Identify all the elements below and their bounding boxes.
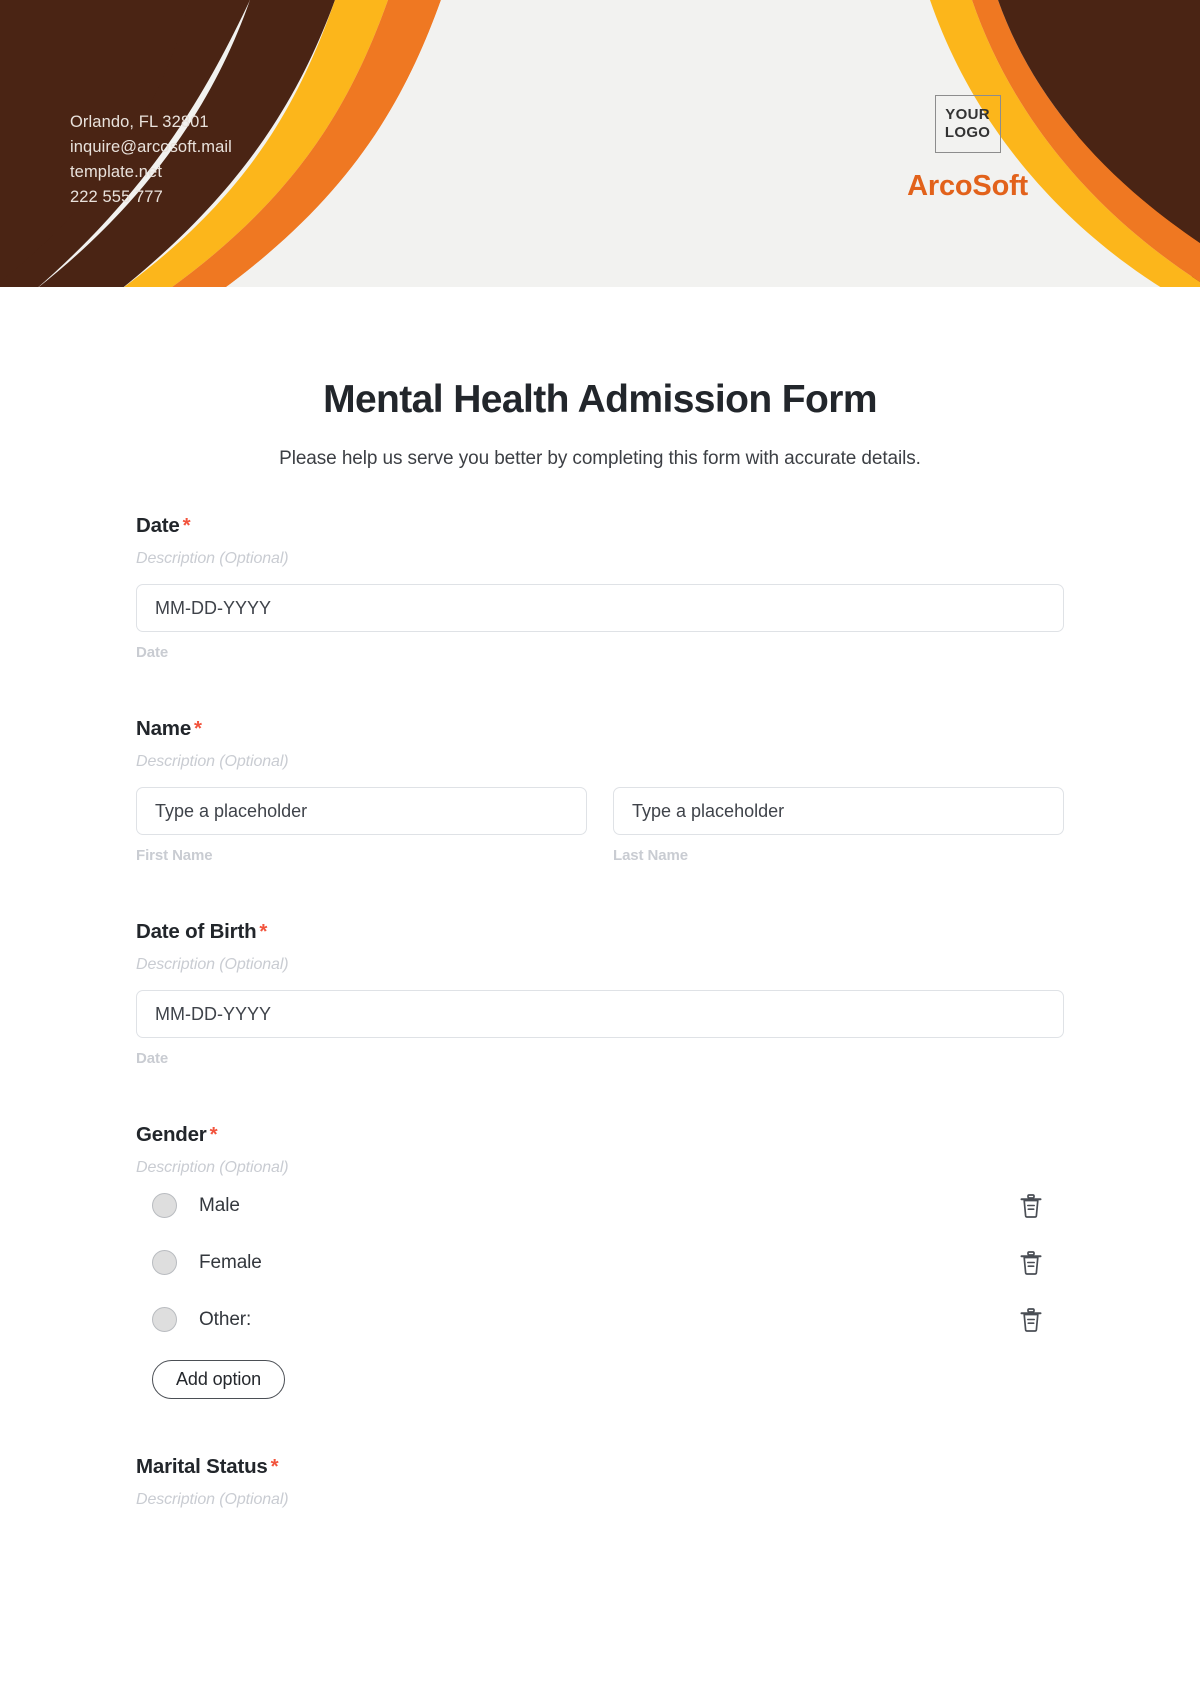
form-fields: Date * Description (Optional) MM-DD-YYYY … — [136, 470, 1064, 1509]
contact-line-address: Orlando, FL 32801 — [70, 113, 209, 131]
trash-icon[interactable] — [1020, 1250, 1042, 1275]
brand-name: ArcoSoft — [907, 170, 1028, 202]
logo-line-2: LOGO — [944, 124, 991, 141]
last-name-value: Type a placeholder — [632, 800, 785, 821]
last-name-group: Type a placeholder Last Name — [613, 771, 1064, 864]
required-asterisk: * — [270, 1455, 279, 1478]
trash-icon[interactable] — [1020, 1193, 1042, 1218]
date-of-birth-sub-label: Date — [136, 1050, 169, 1067]
field-label-date: Date * — [136, 514, 1064, 538]
first-name-sub-label: First Name — [136, 847, 213, 864]
name-input-row: Type a placeholder First Name Type a pla… — [136, 771, 1064, 864]
add-option-button[interactable]: Add option — [152, 1360, 286, 1399]
contact-line-website: template.net — [70, 163, 163, 181]
field-description-gender[interactable]: Description (Optional) — [136, 1159, 1064, 1177]
required-asterisk: * — [209, 1123, 218, 1146]
contact-line-email: inquire@arcosoft.mail — [70, 138, 232, 156]
date-of-birth-input[interactable]: MM-DD-YYYY — [136, 990, 1064, 1038]
field-label-text: Date — [136, 514, 180, 537]
field-description-date-of-birth[interactable]: Description (Optional) — [136, 956, 1064, 974]
header-banner: Orlando, FL 32801 inquire@arcosoft.mail … — [0, 0, 1200, 290]
required-asterisk: * — [259, 920, 268, 943]
option-label-male: Male — [199, 1194, 240, 1216]
field-date: Date * Description (Optional) MM-DD-YYYY … — [136, 514, 1064, 661]
option-row-other[interactable]: Other: — [136, 1291, 1064, 1348]
field-label-text: Name — [136, 717, 192, 740]
last-name-sub-label: Last Name — [613, 847, 688, 864]
contact-line-phone: 222 555 777 — [70, 188, 163, 206]
field-label-name: Name * — [136, 717, 1064, 741]
contact-info: Orlando, FL 32801 inquire@arcosoft.mail … — [70, 110, 232, 210]
required-asterisk: * — [182, 514, 191, 537]
last-name-input[interactable]: Type a placeholder — [613, 787, 1064, 835]
date-input[interactable]: MM-DD-YYYY — [136, 584, 1064, 632]
option-label-other: Other: — [199, 1308, 252, 1330]
option-row-male[interactable]: Male — [136, 1177, 1064, 1234]
first-name-value: Type a placeholder — [155, 800, 308, 821]
trash-icon[interactable] — [1020, 1307, 1042, 1332]
field-label-gender: Gender * — [136, 1123, 1064, 1147]
field-label-text: Gender — [136, 1123, 207, 1146]
first-name-input[interactable]: Type a placeholder — [136, 787, 587, 835]
field-description-date[interactable]: Description (Optional) — [136, 550, 1064, 568]
page-subtitle: Please help us serve you better by compl… — [279, 448, 921, 469]
option-row-female[interactable]: Female — [136, 1234, 1064, 1291]
field-label-date-of-birth: Date of Birth * — [136, 920, 1064, 944]
date-input-value: MM-DD-YYYY — [155, 597, 271, 618]
field-gender: Gender * Description (Optional) Male Fem… — [136, 1123, 1064, 1399]
required-asterisk: * — [194, 717, 202, 740]
radio-male[interactable] — [152, 1193, 177, 1218]
logo-placeholder-box: YOUR LOGO — [934, 95, 1001, 153]
first-name-group: Type a placeholder First Name — [136, 771, 587, 864]
date-input-sub-label: Date — [136, 644, 169, 661]
radio-other[interactable] — [152, 1307, 177, 1332]
radio-female[interactable] — [152, 1250, 177, 1275]
form-body: Mental Health Admission Form Please help… — [0, 378, 1200, 1509]
form-page: Orlando, FL 32801 inquire@arcosoft.mail … — [0, 0, 1200, 1701]
field-description-marital-status[interactable]: Description (Optional) — [136, 1491, 1064, 1509]
field-name: Name * Description (Optional) Type a plac… — [136, 717, 1064, 864]
date-of-birth-value: MM-DD-YYYY — [155, 1003, 271, 1024]
option-label-female: Female — [199, 1251, 262, 1273]
field-description-name[interactable]: Description (Optional) — [136, 753, 1064, 771]
logo-block: YOUR LOGO ArcoSoft — [907, 95, 1028, 203]
field-marital-status: Marital Status * Description (Optional) — [136, 1455, 1064, 1509]
banner-divider — [0, 287, 1200, 290]
field-label-text: Marital Status — [136, 1455, 268, 1478]
logo-line-1: YOUR — [945, 106, 990, 123]
field-date-of-birth: Date of Birth * Description (Optional) MM… — [136, 920, 1064, 1067]
field-label-marital-status: Marital Status * — [136, 1455, 1064, 1479]
field-label-text: Date of Birth — [136, 920, 257, 943]
page-title: Mental Health Admission Form — [323, 378, 877, 421]
